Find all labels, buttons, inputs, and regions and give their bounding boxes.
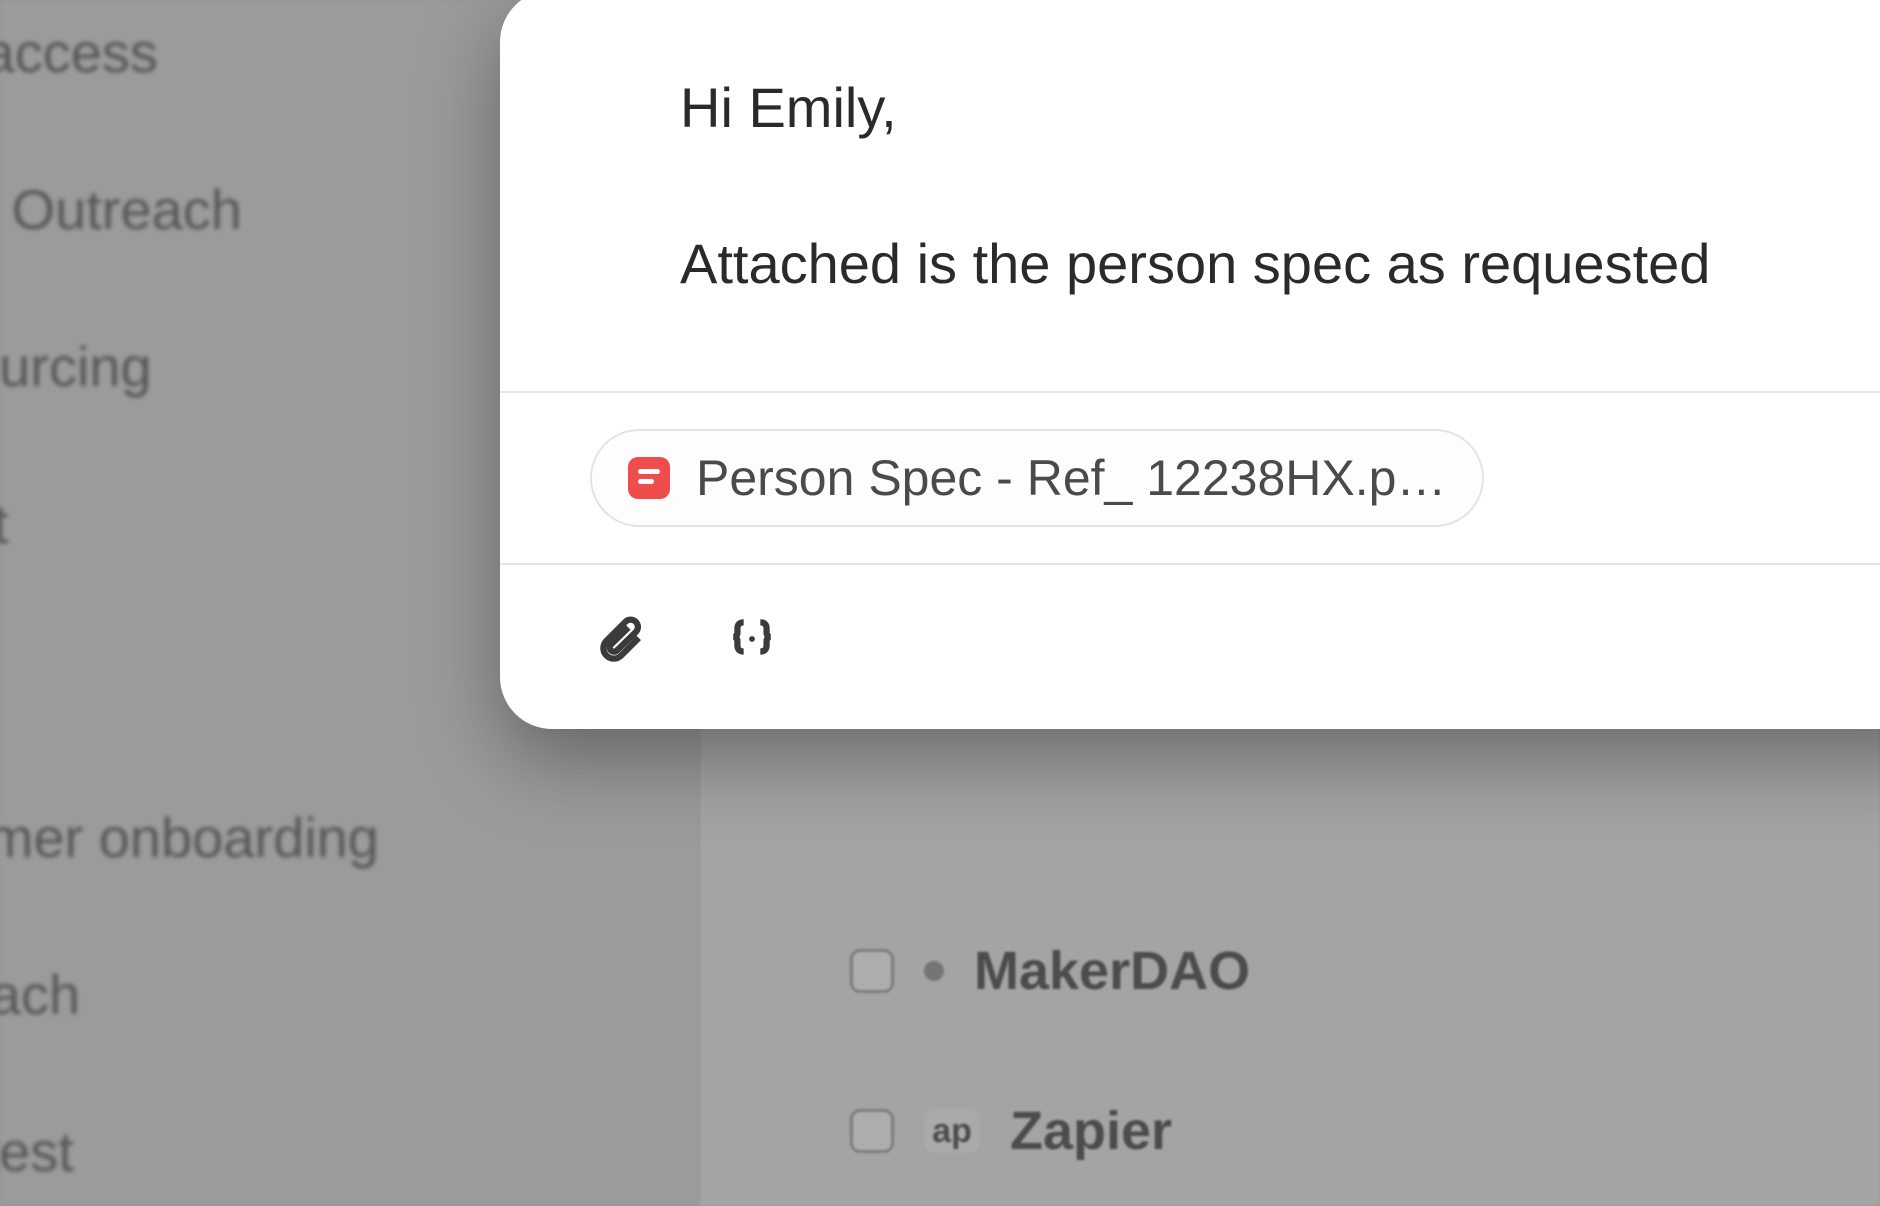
braces-icon (727, 614, 777, 664)
sidebar-item[interactable]: sourcing (0, 334, 379, 399)
insert-variable-button[interactable] (722, 609, 782, 669)
sidebar-item[interactable]: y test (0, 1119, 379, 1184)
compose-body-line: Attached is the person spec as requested (680, 226, 1880, 302)
list-row[interactable]: MakerDAO (850, 940, 1250, 1002)
checkbox[interactable] (850, 949, 894, 993)
checkbox[interactable] (850, 1109, 894, 1153)
sidebar-item[interactable]: list (0, 491, 379, 556)
attachments-row: Person Spec - Ref_ 12238HX.p… (500, 393, 1880, 563)
sidebar-item[interactable]: y access (0, 20, 379, 85)
company-logo-icon: ap (924, 1109, 980, 1153)
attachment-chip[interactable]: Person Spec - Ref_ 12238HX.p… (590, 429, 1484, 527)
list-item-label: MakerDAO (974, 940, 1250, 1002)
sidebar-item[interactable]: tomer onboarding (0, 805, 379, 870)
compose-panel: Hi Emily, Attached is the person spec as… (500, 0, 1880, 729)
list-row[interactable]: ap Zapier (850, 1100, 1172, 1162)
company-logo-dot-icon (924, 961, 944, 981)
compose-greeting: Hi Emily, (680, 70, 1880, 146)
sidebar-item[interactable]: s (0, 648, 379, 713)
attach-button[interactable] (590, 609, 650, 669)
sidebar-item[interactable]: ss Outreach (0, 177, 379, 242)
attachment-filename: Person Spec - Ref_ 12238HX.p… (696, 449, 1446, 507)
sidebar-items: y access ss Outreach sourcing list s tom… (0, 20, 379, 1184)
sidebar-item[interactable]: reach (0, 962, 379, 1027)
compose-toolbar (500, 563, 1880, 729)
compose-body[interactable]: Hi Emily, Attached is the person spec as… (500, 0, 1880, 391)
list-item-label: Zapier (1010, 1100, 1172, 1162)
document-icon (628, 457, 670, 499)
paperclip-icon (595, 614, 645, 664)
